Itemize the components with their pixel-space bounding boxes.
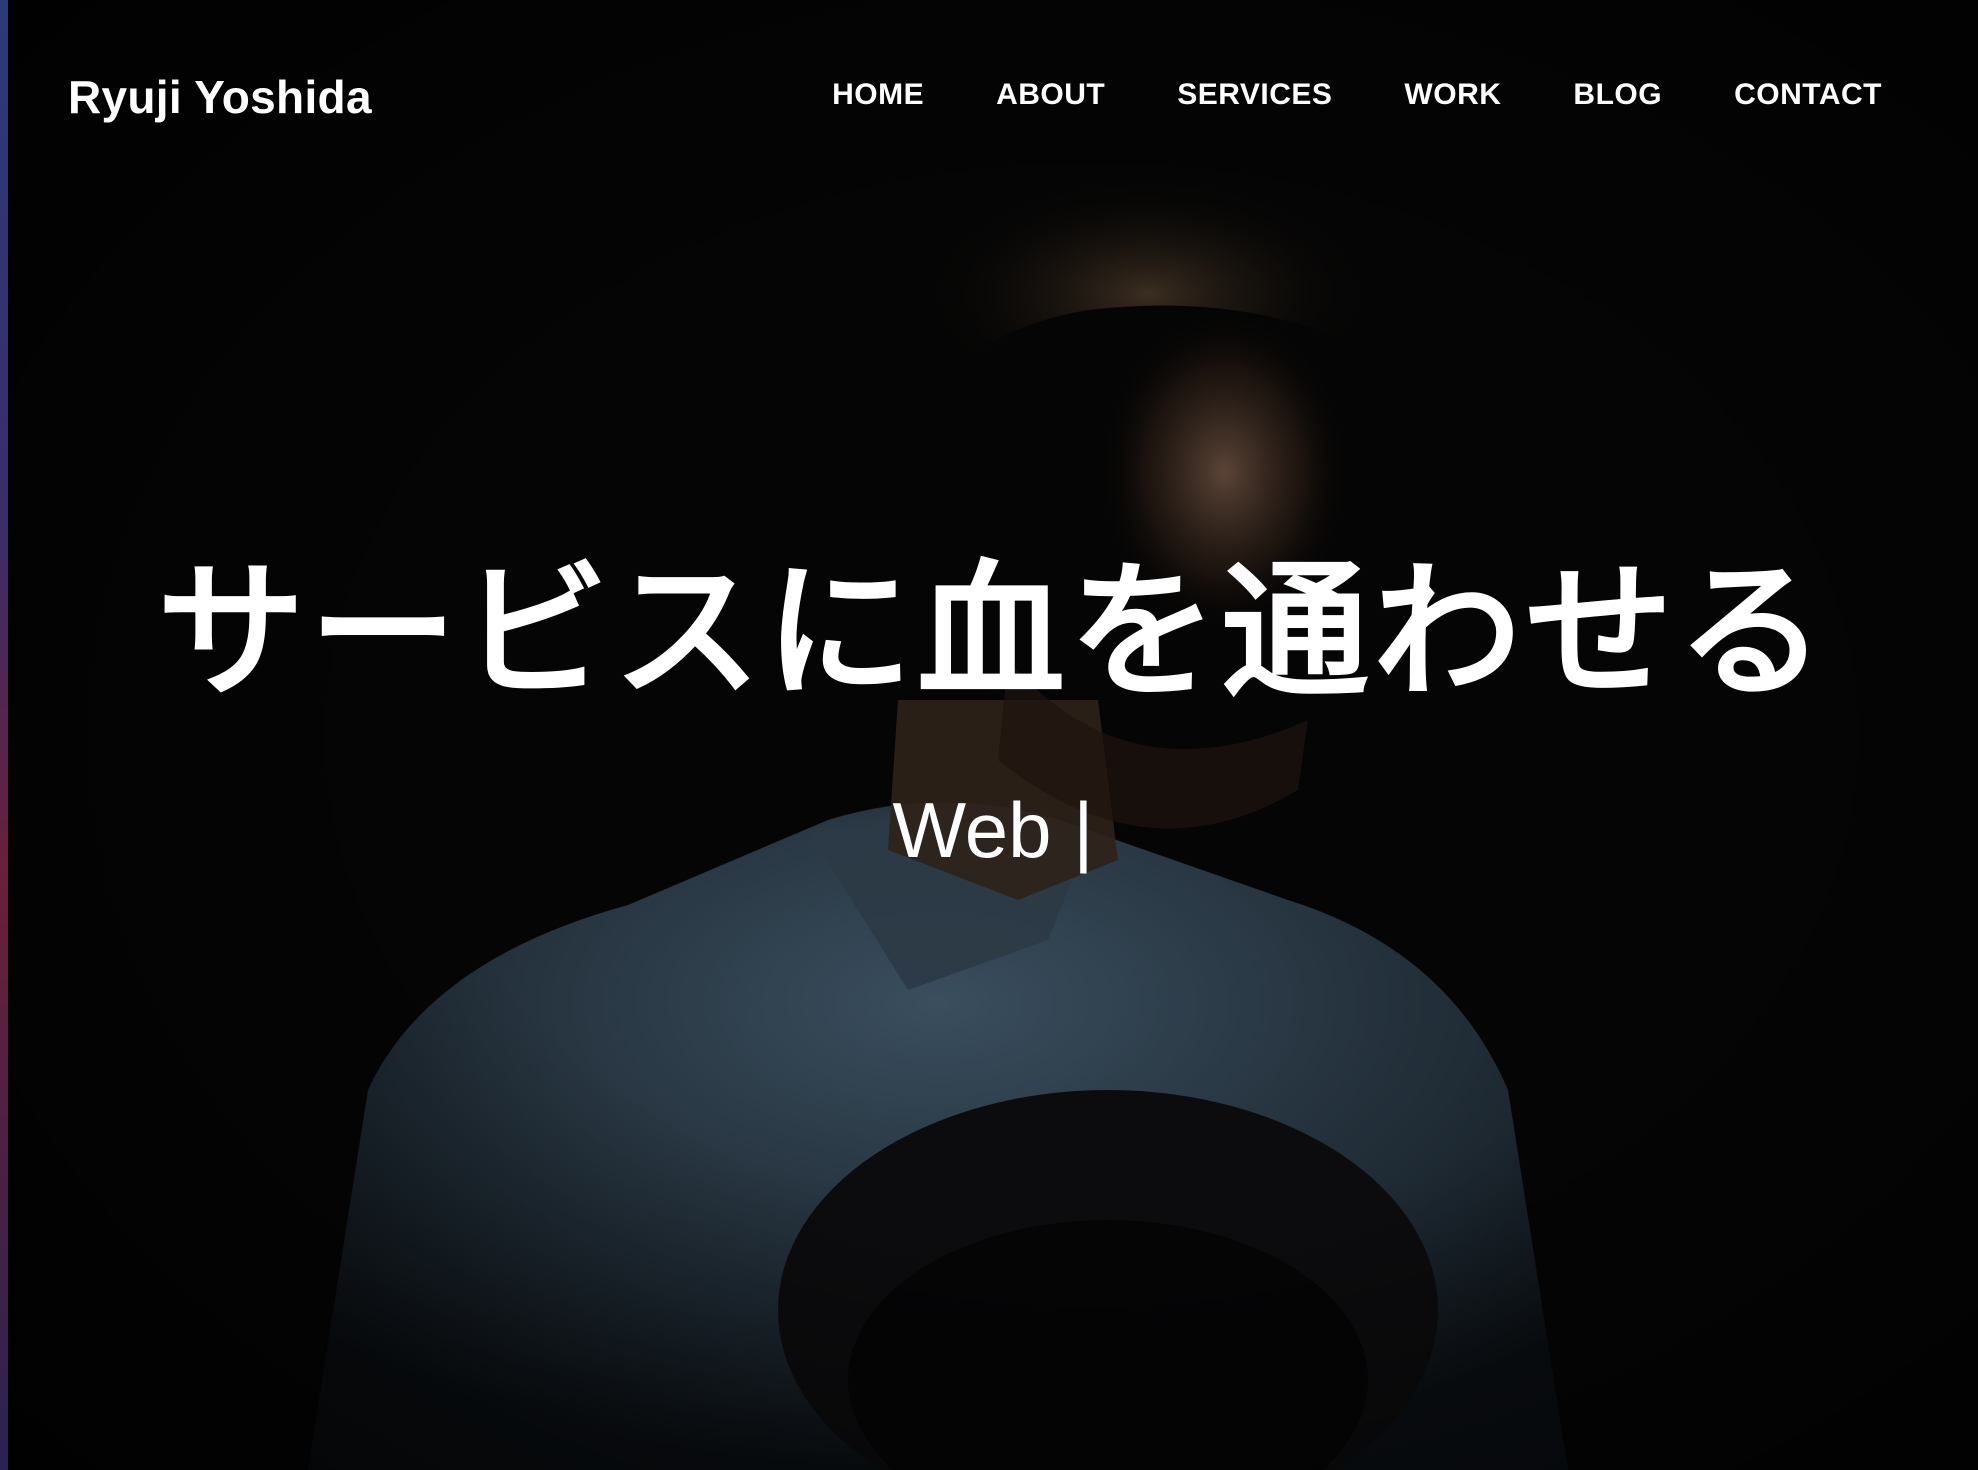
- hero-headline: サービスに血を通わせる: [157, 550, 1829, 715]
- hero-background-photo: [8, 0, 1978, 1470]
- site-logo[interactable]: Ryuji Yoshida: [68, 70, 372, 124]
- nav-work-link[interactable]: WORK: [1404, 78, 1501, 112]
- nav-services-link[interactable]: SERVICES: [1177, 78, 1332, 112]
- main-navigation: HOME ABOUT SERVICES WORK BLOG CONTACT: [832, 78, 1882, 112]
- nav-contact-link[interactable]: CONTACT: [1734, 78, 1882, 112]
- hero-section: Ryuji Yoshida HOME ABOUT SERVICES WORK B…: [8, 0, 1978, 1470]
- hero-typed-text: Web |: [892, 786, 1094, 874]
- nav-about-link[interactable]: ABOUT: [996, 78, 1105, 112]
- nav-blog-link[interactable]: BLOG: [1573, 78, 1662, 112]
- window-edge: [0, 0, 8, 1470]
- nav-home-link[interactable]: HOME: [832, 78, 924, 112]
